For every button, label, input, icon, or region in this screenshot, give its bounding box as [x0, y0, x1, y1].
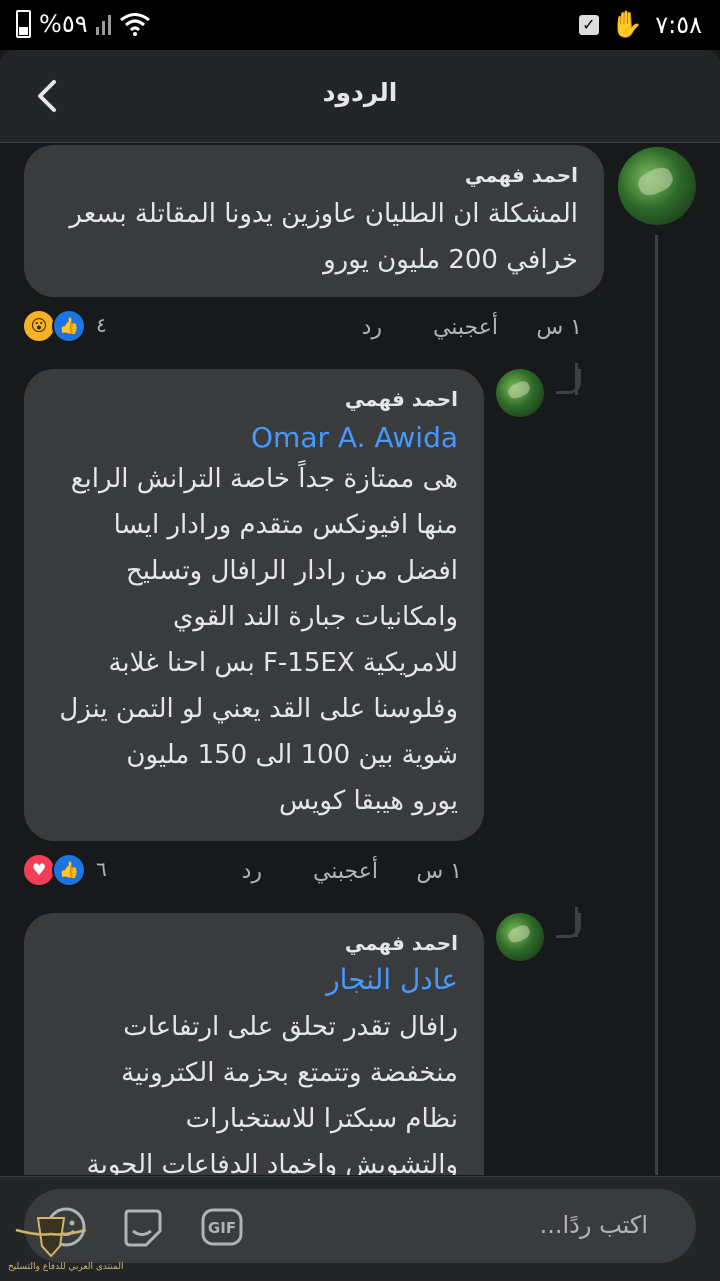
reply-button[interactable]: رد	[242, 859, 262, 884]
watermark-caption: المنتدى العربي للدفاع والتسليح	[8, 1262, 124, 1272]
like-icon: 👍	[52, 309, 86, 343]
reply-placeholder: اكتب ردًا...	[539, 1211, 648, 1239]
battery-level: %٥٩	[39, 10, 88, 38]
love-icon: ♥	[22, 853, 56, 887]
comment-author[interactable]: احمد فهمي	[50, 163, 578, 187]
reaction-count: ٤	[96, 313, 107, 337]
comment-actions: ١ س أعجبني رد	[300, 309, 590, 349]
reaction-summary[interactable]: ♥ 👍 ٦	[22, 853, 122, 887]
reply-button[interactable]: رد	[362, 315, 382, 340]
comment-time: ١ س	[536, 315, 582, 340]
comment-text: رافال تقدر تحلق على ارتفاعات منخفضة وتتم…	[86, 1012, 458, 1175]
comment-text: هى ممتازة جداً خاصة الترانش الرابع منها …	[59, 464, 458, 816]
comment-text: المشكلة ان الطليان عاوزين يدونا المقاتلة…	[69, 199, 578, 275]
comment-author[interactable]: احمد فهمي	[46, 387, 458, 411]
thread-line	[575, 363, 578, 395]
gif-label: GIF	[208, 1219, 236, 1237]
reaction-summary[interactable]: 😮 👍 ٤	[22, 309, 122, 343]
status-bar: %٥٩ ✓ ✋ ٧:٥٨	[0, 0, 720, 50]
comment-bubble: احمد فهمي المشكلة ان الطليان عاوزين يدون…	[24, 145, 604, 297]
avatar[interactable]	[496, 913, 544, 961]
battery-icon	[16, 10, 31, 38]
replies-list: احمد فهمي المشكلة ان الطليان عاوزين يدون…	[0, 143, 720, 1175]
like-button[interactable]: أعجبني	[433, 315, 498, 340]
avatar[interactable]	[496, 369, 544, 417]
comment-bubble: احمد فهمي Omar A. Awida هى ممتازة جداً خ…	[24, 369, 484, 841]
clock: ٧:٥٨	[655, 11, 702, 39]
thread-line	[575, 907, 578, 937]
sticker-icon[interactable]	[120, 1205, 164, 1249]
comment-author[interactable]: احمد فهمي	[46, 931, 458, 955]
watermark-logo: المنتدى العربي للدفاع والتسليح	[8, 1212, 123, 1272]
mention-link[interactable]: Omar A. Awida	[46, 421, 458, 454]
avatar[interactable]	[618, 147, 696, 225]
reply-input[interactable]: اكتب ردًا... GIF	[24, 1189, 696, 1263]
wave-icon: ✋	[610, 10, 644, 40]
comment-time: ١ س	[416, 859, 462, 884]
comment-actions: ١ س أعجبني رد	[220, 853, 470, 893]
page-title: الردود	[322, 78, 398, 107]
mention-link[interactable]: عادل النجار	[46, 963, 458, 996]
like-button[interactable]: أعجبني	[313, 859, 378, 884]
wifi-icon	[119, 13, 150, 36]
replies-header: الردود	[0, 50, 720, 143]
signal-icon	[95, 13, 111, 35]
shield-emblem-icon	[15, 1217, 87, 1258]
wow-icon: 😮	[22, 309, 56, 343]
gif-icon[interactable]: GIF	[200, 1205, 244, 1249]
checkbox-notification-icon: ✓	[578, 15, 599, 35]
thread-line	[655, 235, 658, 1175]
comment-bubble: احمد فهمي عادل النجار رافال تقدر تحلق عل…	[24, 913, 484, 1175]
like-icon: 👍	[52, 853, 86, 887]
reaction-count: ٦	[96, 857, 107, 881]
